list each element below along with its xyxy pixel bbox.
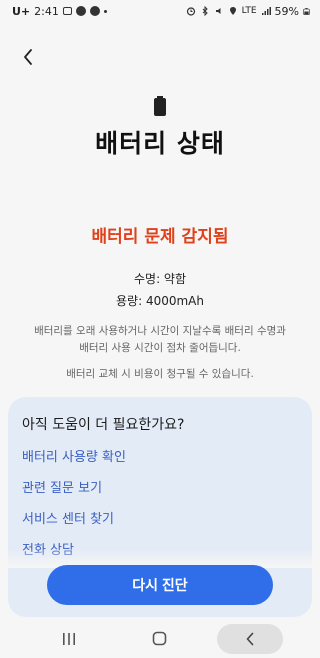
app-notification-icon	[75, 6, 86, 16]
chevron-left-icon	[24, 49, 32, 65]
more-notifications-icon	[103, 9, 107, 13]
chat-notification-icon	[89, 6, 100, 16]
link-related-questions[interactable]: 관련 질문 보기	[22, 477, 102, 496]
battery-alert: 배터리 문제 감지됨	[91, 227, 229, 247]
carrier-label: U+	[12, 4, 31, 18]
cost-note: 배터리 교체 시 비용이 청구될 수 있습니다.	[66, 368, 254, 380]
status-bar-right: LTE 59%	[186, 5, 310, 18]
nav-back-button[interactable]	[217, 624, 283, 654]
battery-icon	[154, 96, 166, 116]
clock: 2:41	[34, 4, 59, 18]
notification-icon	[62, 7, 72, 15]
bluetooth-icon	[202, 6, 208, 16]
alarm-icon	[186, 7, 195, 16]
battery-percent: 59%	[274, 4, 299, 18]
page-title: 배터리 상태	[95, 129, 225, 158]
battery-icon	[303, 7, 310, 15]
location-icon	[229, 7, 236, 15]
rediagnose-button[interactable]: 다시 진단	[47, 565, 273, 605]
recent-apps-icon[interactable]	[62, 632, 76, 646]
link-battery-usage[interactable]: 배터리 사용량 확인	[22, 446, 126, 465]
battery-description: 배터리를 오래 사용하거나 시간이 지날수록 배터리 수명과 배터리 사용 시간…	[34, 325, 286, 354]
link-service-center[interactable]: 서비스 센터 찾기	[22, 508, 114, 527]
signal-icon	[261, 7, 271, 15]
home-icon[interactable]	[152, 631, 167, 646]
status-bar-left: U+ 2:41	[12, 5, 107, 18]
capacity-label: 용량: 4000mAh	[116, 294, 204, 308]
mute-icon	[215, 8, 221, 14]
status-bar: U+ 2:41 LTE 59%	[0, 0, 320, 22]
network-type: LTE	[241, 6, 257, 16]
back-button[interactable]	[14, 44, 42, 70]
lifespan-label: 수명: 약함	[133, 272, 187, 286]
help-title: 아직 도움이 더 필요한가요?	[22, 417, 185, 433]
navigation-bar	[0, 620, 320, 658]
nav-back-icon	[246, 632, 254, 646]
